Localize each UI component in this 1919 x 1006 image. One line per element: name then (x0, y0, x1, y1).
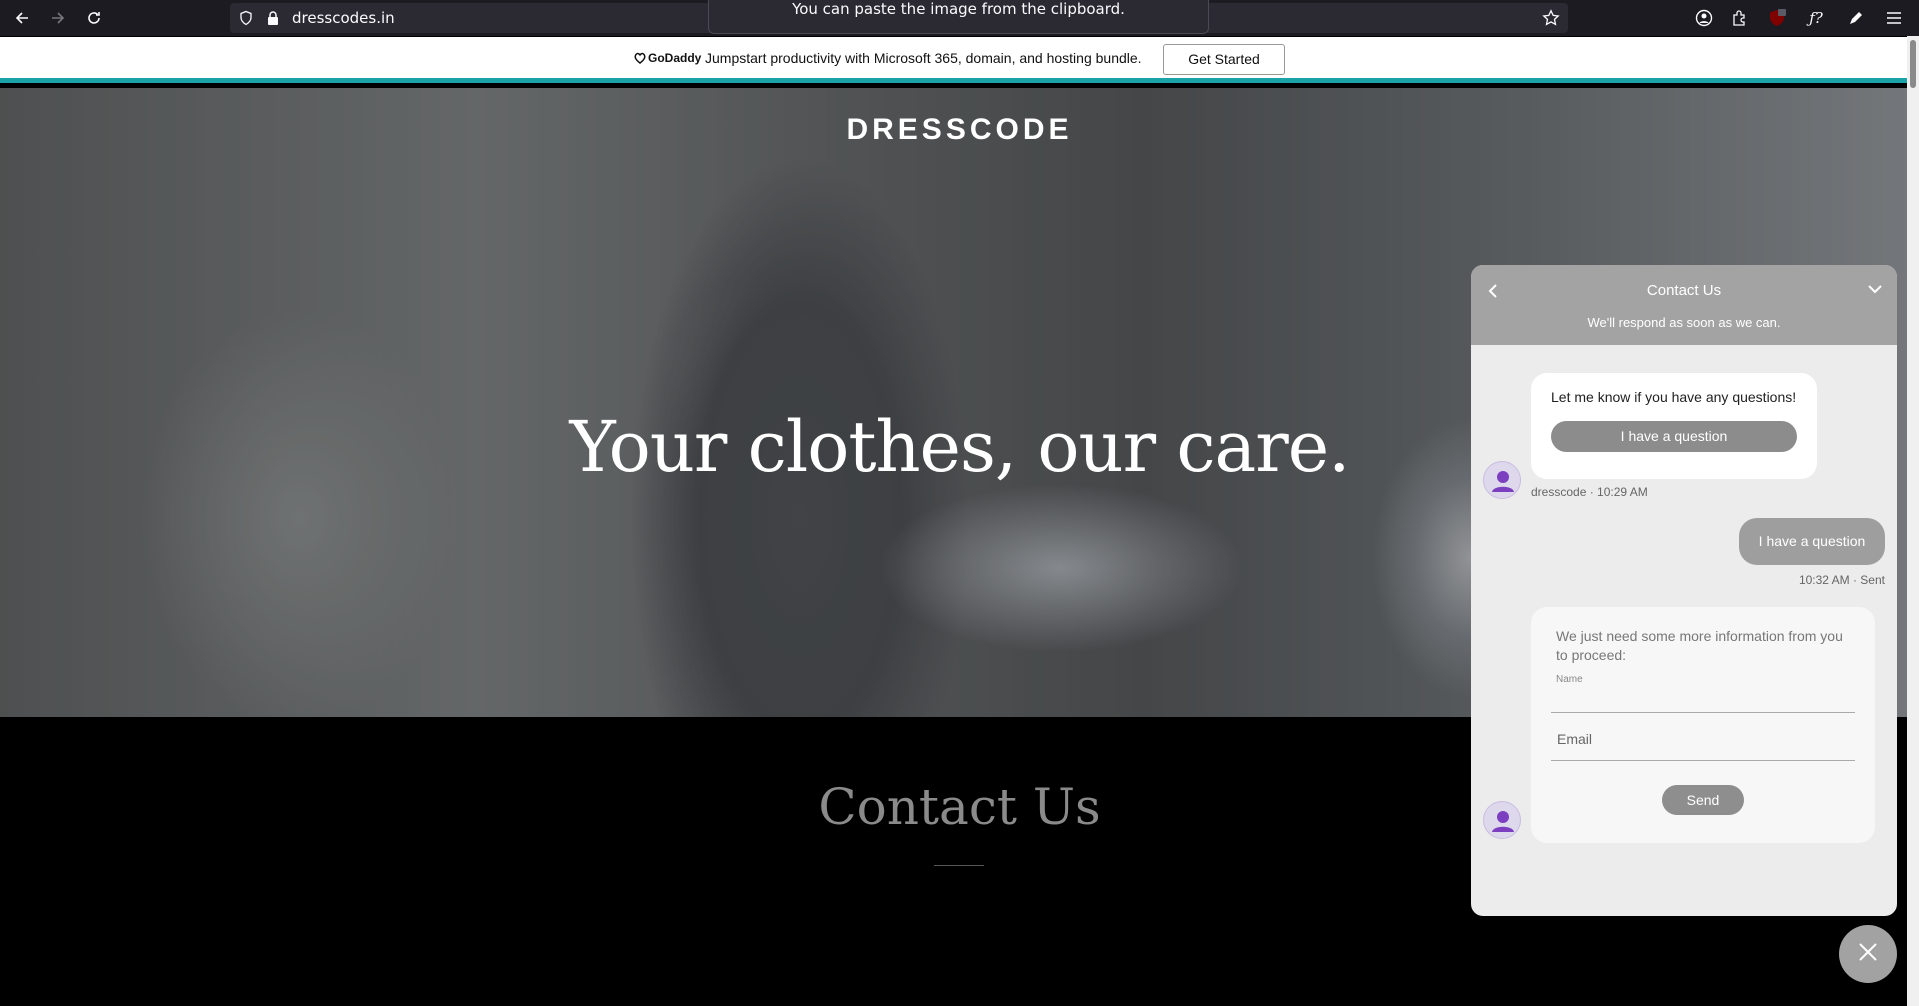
bot-message-bubble: Let me know if you have any questions! I… (1531, 373, 1817, 479)
back-icon[interactable] (10, 6, 34, 30)
url-text: dresscodes.in (292, 9, 395, 27)
name-field[interactable] (1551, 673, 1855, 713)
ublock-icon[interactable] (1765, 6, 1789, 30)
bookmark-star-icon[interactable] (1542, 9, 1560, 32)
clipboard-toast: You can paste the image from the clipboa… (708, 0, 1209, 34)
send-button[interactable]: Send (1662, 785, 1744, 815)
extensions-icon[interactable] (1728, 6, 1752, 30)
promo-message: Jumpstart productivity with Microsoft 36… (705, 50, 1142, 66)
reload-icon[interactable] (82, 6, 106, 30)
page-scrollbar[interactable] (1907, 36, 1919, 1006)
user-message-bubble: I have a question (1739, 518, 1885, 565)
bot-avatar (1483, 801, 1521, 839)
godaddy-logo: GoDaddy (648, 51, 702, 65)
scrollbar-thumb[interactable] (1910, 40, 1916, 88)
close-icon (1857, 941, 1879, 968)
godaddy-logo-icon (633, 51, 647, 70)
get-started-button[interactable]: Get Started (1163, 44, 1285, 75)
bot-avatar (1483, 461, 1521, 499)
formula-extension-icon[interactable]: ƒ? (1804, 6, 1828, 30)
bot-message-text: Let me know if you have any questions! (1551, 389, 1797, 405)
browser-toolbar: dresscodes.in You can paste the image fr… (0, 0, 1919, 36)
chat-close-button[interactable] (1839, 925, 1897, 983)
chevron-down-icon[interactable] (1863, 277, 1887, 301)
chat-subtitle: We'll respond as soon as we can. (1587, 315, 1781, 330)
bot-message-meta: dresscode · 10:29 AM (1531, 485, 1648, 499)
site-logo[interactable]: DRESSCODE (0, 113, 1907, 147)
forward-icon[interactable] (46, 6, 70, 30)
chat-panel: Contact Us We'll respond as soon as we c… (1471, 265, 1897, 916)
pen-icon[interactable] (1844, 6, 1868, 30)
form-intro-text: We just need some more information from … (1556, 628, 1843, 663)
email-field[interactable] (1551, 719, 1855, 761)
shield-icon[interactable] (238, 10, 254, 31)
chat-header: Contact Us We'll respond as soon as we c… (1471, 265, 1897, 345)
heading-divider (934, 865, 984, 866)
info-form-card: We just need some more information from … (1531, 607, 1875, 843)
chat-title: Contact Us (1646, 282, 1722, 299)
menu-icon[interactable] (1882, 6, 1906, 30)
lock-icon[interactable] (266, 10, 280, 31)
promo-banner: GoDaddy Jumpstart productivity with Micr… (0, 37, 1907, 83)
quick-reply-button[interactable]: I have a question (1551, 421, 1797, 452)
account-icon[interactable] (1692, 6, 1716, 30)
user-message-meta: 10:32 AM · Sent (1798, 573, 1885, 587)
